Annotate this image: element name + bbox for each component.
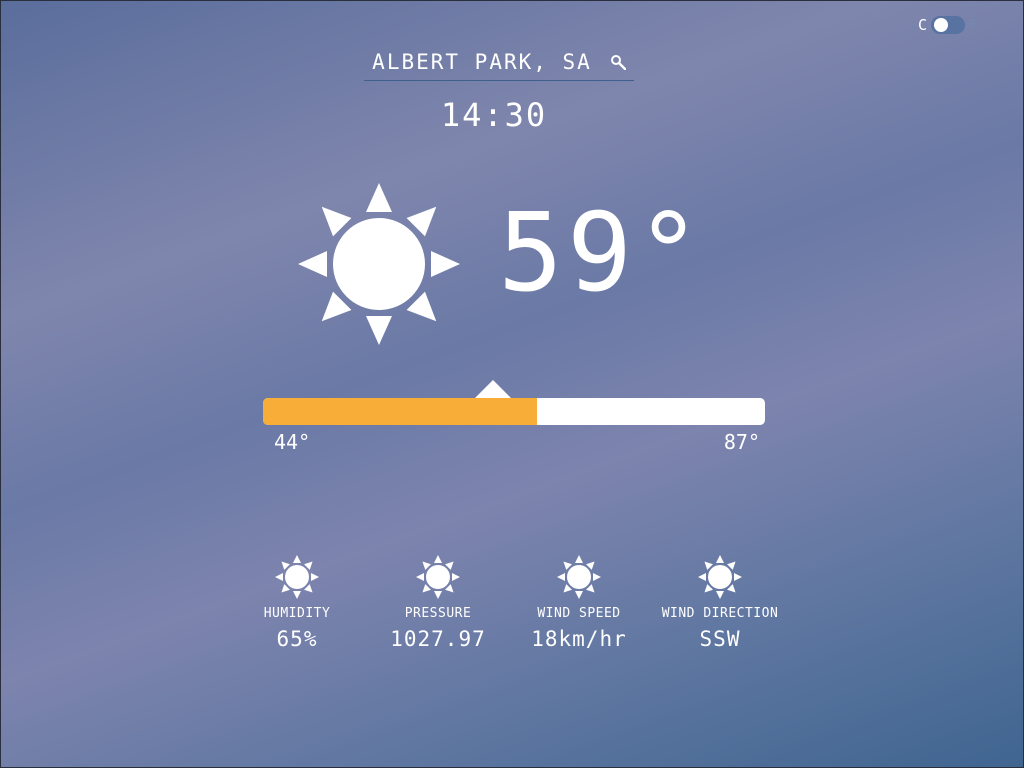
sun-icon bbox=[557, 555, 601, 599]
search-icon[interactable] bbox=[610, 54, 626, 70]
sun-ray bbox=[575, 555, 583, 563]
current-temperature: 59° bbox=[498, 191, 706, 316]
range-high: 87° bbox=[723, 430, 760, 454]
stat-value: SSW bbox=[699, 627, 741, 651]
current-temp-marker bbox=[475, 380, 511, 398]
switch-knob[interactable] bbox=[934, 18, 949, 32]
sun-icon bbox=[298, 183, 460, 345]
range-low: 44° bbox=[274, 430, 311, 454]
sun-icon bbox=[416, 555, 460, 599]
location-name[interactable]: ALBERT PARK, SA bbox=[372, 50, 592, 74]
sun-ray bbox=[575, 591, 583, 599]
stat-humidity: HUMIDITY 65% bbox=[227, 554, 367, 651]
stat-label: HUMIDITY bbox=[263, 606, 331, 621]
stat-wind-speed: WIND SPEED 18km/hr bbox=[509, 554, 649, 651]
sun-ray bbox=[366, 183, 392, 212]
sun-ray bbox=[734, 573, 742, 581]
stat-value: 65% bbox=[276, 627, 318, 651]
sun-ray bbox=[416, 573, 424, 581]
stat-label: PRESSURE bbox=[404, 606, 472, 621]
range-fill bbox=[263, 398, 537, 425]
stat-label: WIND SPEED bbox=[537, 606, 621, 621]
unit-toggle[interactable]: C F bbox=[918, 16, 978, 34]
unit-switch[interactable] bbox=[931, 16, 966, 34]
sun-ray bbox=[716, 591, 724, 599]
sun-icon bbox=[275, 555, 319, 599]
location-search-bar[interactable]: ALBERT PARK, SA bbox=[364, 44, 634, 81]
fahrenheit-label[interactable]: F bbox=[969, 16, 978, 34]
sun-ray bbox=[298, 251, 327, 277]
stat-label: WIND DIRECTION bbox=[661, 606, 779, 621]
sun-icon bbox=[698, 555, 742, 599]
sun-ray bbox=[452, 573, 460, 581]
sun-ray bbox=[698, 573, 706, 581]
current-time: 14:30 bbox=[440, 96, 548, 134]
stat-value: 18km/hr bbox=[531, 627, 627, 651]
sun-ray bbox=[275, 573, 283, 581]
sun-ray bbox=[311, 573, 319, 581]
sun-ray bbox=[434, 555, 442, 563]
sun-ray bbox=[434, 591, 442, 599]
sun-ray bbox=[557, 573, 565, 581]
celsius-label[interactable]: C bbox=[918, 16, 927, 34]
sun-ray bbox=[716, 555, 724, 563]
range-track bbox=[263, 398, 765, 425]
sun-ray bbox=[293, 591, 301, 599]
sun-ray bbox=[431, 251, 460, 277]
stat-pressure: PRESSURE 1027.97 bbox=[368, 554, 508, 651]
stat-wind-direction: WIND DIRECTION SSW bbox=[650, 554, 790, 651]
sun-ray bbox=[293, 555, 301, 563]
stat-value: 1027.97 bbox=[390, 627, 486, 651]
sun-ray bbox=[366, 316, 392, 345]
sun-ray bbox=[593, 573, 601, 581]
